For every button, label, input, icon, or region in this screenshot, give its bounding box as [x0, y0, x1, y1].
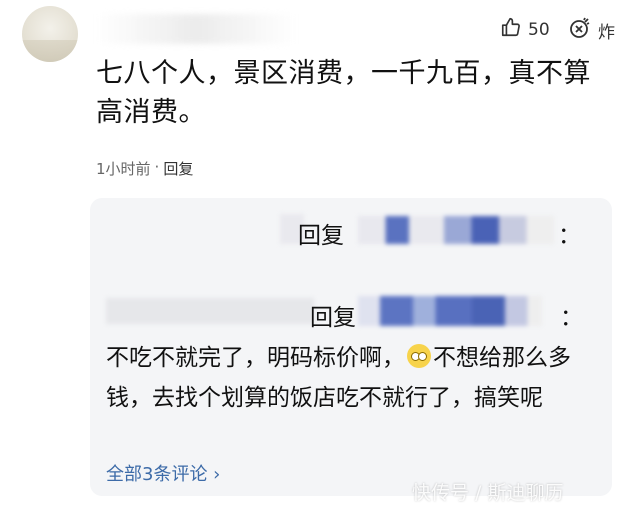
reply-button[interactable]: 回复 [163, 158, 193, 179]
redacted-username [106, 298, 314, 324]
reply-2-label: 回复 [310, 305, 356, 331]
redacted-target-user [358, 216, 554, 244]
reply-text-part1: 不吃不就完了，明码标价啊， [106, 345, 405, 371]
reply-2-colon: ： [560, 305, 583, 331]
reply-1-colon: ： [558, 223, 581, 249]
watermark: 快传号 / 斯迪聊历 [412, 482, 564, 504]
comment-time: 1小时前 [96, 160, 151, 178]
reply-thread: 回复 ： 回复 ： 不吃不就完了，明码标价啊， 不想给那么多钱，去找个划算的饭店吃… [90, 198, 612, 496]
view-all-replies-link[interactable]: 全部3条评论 › [106, 460, 220, 486]
bomb-button[interactable]: 炸 [568, 16, 615, 45]
avatar[interactable] [22, 6, 78, 62]
comment-meta: 1小时前 · 回复 [96, 158, 193, 179]
bomb-icon [568, 16, 592, 45]
comment-text: 七八个人，景区消费，一千九百，真不算高消费。 [96, 58, 591, 128]
reply-1-label: 回复 [298, 223, 344, 249]
like-count: 50 [528, 19, 550, 40]
like-button[interactable]: 50 [500, 16, 550, 43]
meta-separator: · [154, 158, 160, 176]
username-redacted [96, 14, 296, 44]
reply-text: 不吃不就完了，明码标价啊， 不想给那么多钱，去找个划算的饭店吃不就行了，搞笑呢 [106, 338, 606, 418]
rolling-eyes-icon [407, 344, 431, 368]
bomb-label: 炸 [598, 23, 615, 43]
thumbs-up-icon [500, 16, 522, 43]
redacted-target-user [358, 296, 542, 326]
